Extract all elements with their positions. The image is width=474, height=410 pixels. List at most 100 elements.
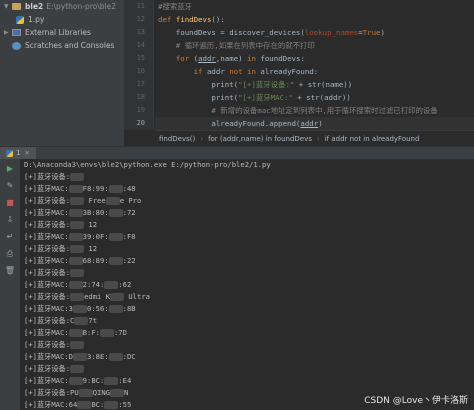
- code-line[interactable]: for (addr,name) in foundDevs:: [155, 52, 474, 65]
- redacted-mask: [70, 245, 85, 253]
- code-text: + str(name)): [294, 80, 353, 89]
- code-keyword: not in: [229, 67, 256, 76]
- code-comment: # 新增的设备mac地址定到列表中,用于循环搜索时过滤已打印的设备: [158, 106, 438, 115]
- breadcrumb-item[interactable]: for (addr,name) in foundDevs: [208, 135, 312, 143]
- console-line-label: [+]蓝牙MAC:: [24, 280, 69, 289]
- line-number: 19: [136, 106, 145, 114]
- console-line-label: [+]蓝牙设备:: [24, 292, 71, 301]
- code-string: "[+]蓝牙MAC:": [238, 93, 293, 102]
- console-line-label: [+]蓝牙设备:: [24, 268, 71, 277]
- console-output[interactable]: D:\Anaconda3\envs\ble2\python.exe E:/pyt…: [21, 159, 474, 410]
- soft-wrap-icon[interactable]: ↵: [5, 231, 16, 242]
- console-line-label: [+]蓝牙MAC:: [24, 256, 69, 265]
- redacted-mask: [77, 401, 92, 409]
- console-line-label: [+]蓝牙设备:: [24, 244, 71, 253]
- breadcrumb-item[interactable]: if addr not in alreadyFound: [325, 135, 420, 143]
- line-number: 17: [136, 80, 145, 88]
- redacted-mask: [70, 173, 85, 181]
- stop-icon[interactable]: ■: [5, 197, 16, 208]
- code-keyword: if: [193, 67, 203, 76]
- tree-external-libraries[interactable]: ▶ External Libraries: [0, 26, 124, 39]
- code-line-current[interactable]: alreadyFound.append(addr): [155, 117, 474, 130]
- rerun-icon[interactable]: ▶: [5, 163, 16, 174]
- console-line-value: :E4: [118, 376, 132, 385]
- redacted-mask: [108, 353, 123, 361]
- line-number: 16: [136, 67, 145, 75]
- code-string: "[+]蓝牙设备:": [238, 80, 295, 89]
- console-line: [+]蓝牙设备: 12: [24, 243, 474, 255]
- console-line-label: [+]蓝牙MAC:: [24, 376, 69, 385]
- code-line[interactable]: def findDevs():: [155, 13, 474, 26]
- run-toolbar: ▶ ✎ ■ ⇩ ↵ ⎙ 🗑: [0, 159, 20, 410]
- chevron-down-icon[interactable]: ▼: [4, 3, 12, 10]
- redacted-mask: [70, 197, 85, 205]
- breadcrumb-item[interactable]: findDevs(): [159, 135, 195, 143]
- chevron-right-icon: ›: [200, 134, 204, 143]
- chevron-right-icon: ›: [316, 134, 320, 143]
- scratches-icon: [12, 41, 21, 50]
- code-line[interactable]: foundDevs = discover_devices(lookup_name…: [155, 26, 474, 39]
- console-line: [+]蓝牙设备:: [24, 171, 474, 183]
- console-line-value: :55: [118, 400, 132, 409]
- print-icon[interactable]: ⎙: [5, 248, 16, 259]
- code-param: lookup_names: [304, 28, 359, 37]
- console-line-value: Free: [84, 196, 106, 205]
- code-line[interactable]: if addr not in alreadyFound:: [155, 65, 474, 78]
- code-text: print(: [158, 93, 239, 102]
- redacted-mask: [99, 329, 114, 337]
- library-icon: [12, 29, 21, 36]
- code-line[interactable]: print("[+]蓝牙MAC:" + str(addr)): [155, 91, 474, 104]
- delete-icon[interactable]: 🗑: [5, 265, 16, 276]
- code-line[interactable]: # 循环遍历,如果在列表中存在的就不打印: [155, 39, 474, 52]
- code-editor[interactable]: #搜索蓝牙 def findDevs(): foundDevs = discov…: [155, 0, 474, 130]
- redacted-mask: [108, 233, 123, 241]
- redacted-mask: [68, 185, 83, 193]
- code-keyword: for: [175, 54, 190, 63]
- console-line: [+]蓝牙设备:: [24, 363, 474, 375]
- wrench-icon[interactable]: ✎: [5, 180, 16, 191]
- console-line: [+]蓝牙MAC: 9:BC::E4: [24, 375, 474, 387]
- tree-scratches[interactable]: Scratches and Consoles: [0, 39, 124, 52]
- redacted-mask: [108, 209, 123, 217]
- run-tool-window: 1 ✕ ▶ ✎ ■ ⇩ ↵ ⎙ 🗑 D:\Anaconda3\envs\ble2…: [0, 146, 474, 410]
- code-line[interactable]: # 新增的设备mac地址定到列表中,用于循环搜索时过滤已打印的设备: [155, 104, 474, 117]
- console-command: D:\Anaconda3\envs\ble2\python.exe E:/pyt…: [24, 160, 271, 169]
- console-line-value: B:F:: [82, 328, 100, 337]
- console-line-label: [+]蓝牙设备:: [24, 172, 71, 181]
- console-line: [+]蓝牙MAC: 39:0F::F8: [24, 231, 474, 243]
- code-text: addr: [202, 67, 230, 76]
- redacted-mask: [108, 185, 123, 193]
- code-function-name: findDevs: [175, 15, 212, 24]
- console-line-value: 12: [84, 220, 98, 229]
- console-line: [+]蓝牙设备: Free e Pro: [24, 195, 474, 207]
- code-text: addr: [300, 119, 319, 128]
- code-line[interactable]: #搜索蓝牙: [155, 0, 474, 13]
- line-number: 12: [136, 15, 145, 23]
- redacted-mask: [70, 269, 85, 277]
- run-tab[interactable]: 1 ✕: [0, 147, 36, 159]
- line-number: 11: [136, 2, 145, 10]
- line-number-gutter: 11 12 13 14 15 16 17 18 19 20: [124, 0, 154, 130]
- code-line[interactable]: print("[+]蓝牙设备:" + str(name)): [155, 78, 474, 91]
- code-text: ): [318, 119, 323, 128]
- console-line-label: [+]蓝牙设备:: [24, 340, 71, 349]
- redacted-mask: [68, 329, 83, 337]
- console-line-value: 2:74:: [82, 280, 105, 289]
- redacted-mask: [70, 341, 85, 349]
- console-line-label: [+]蓝牙设备:: [24, 364, 71, 373]
- redacted-mask: [110, 389, 125, 397]
- console-line: [+]蓝牙设备: edmi K Ultra: [24, 291, 474, 303]
- redacted-mask: [70, 221, 85, 229]
- line-number: 14: [136, 41, 145, 49]
- chevron-right-icon[interactable]: ▶: [4, 29, 12, 36]
- project-tool-window: ▼ ble2 E:\python-pro\ble2 1.py ▶ Externa…: [0, 0, 124, 146]
- scroll-to-end-icon[interactable]: ⇩: [5, 214, 16, 225]
- console-line: [+]蓝牙MAC: F8:99::48: [24, 183, 474, 195]
- tree-file[interactable]: 1.py: [0, 13, 124, 26]
- python-file-icon: [6, 149, 13, 157]
- close-icon[interactable]: ✕: [24, 149, 29, 157]
- tree-root[interactable]: ▼ ble2 E:\python-pro\ble2: [0, 0, 124, 13]
- console-line-value: 7t: [88, 316, 98, 325]
